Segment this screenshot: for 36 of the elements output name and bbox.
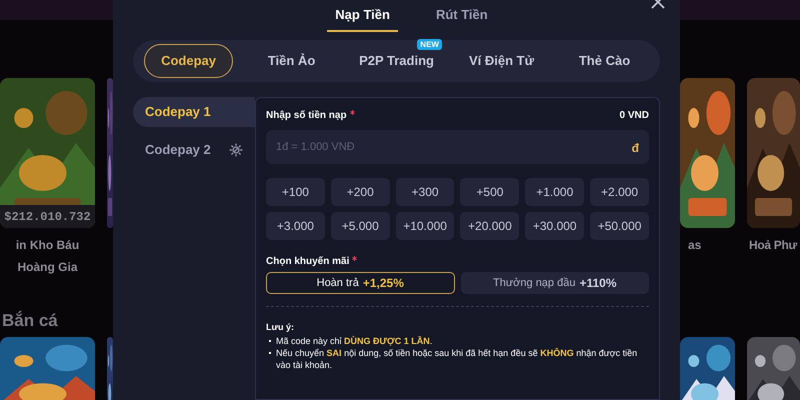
jackpot-amount: $212.010.732: [0, 205, 95, 228]
promo-option[interactable]: Hoàn trả +1,25%: [266, 272, 454, 294]
method-tab[interactable]: Tiền Ảo: [252, 44, 332, 78]
notes-title: Lưu ý:: [266, 321, 296, 334]
field-label: Nhập số tiền nạp: [266, 108, 347, 122]
amount-preset-button[interactable]: +3.000: [266, 212, 325, 240]
method-tab[interactable]: Ví Điện Tử: [452, 44, 550, 78]
tab[interactable]: Rút Tiền: [428, 0, 496, 32]
amount-preset-button[interactable]: +20.000: [460, 212, 520, 240]
balance-amount: 0 VND: [620, 108, 649, 122]
new-badge: NEW: [417, 39, 442, 50]
section-title: Bắn cá: [1, 310, 58, 332]
amount-preset-button[interactable]: +2.000: [590, 178, 649, 206]
field-label: Chọn khuyến mãi: [266, 254, 350, 268]
amount-preset-button[interactable]: +300: [396, 178, 454, 206]
gear-icon: [229, 143, 243, 157]
game-title[interactable]: in Kho Báu Hoàng Gia: [0, 234, 95, 278]
game-title[interactable]: Hoả Phư: [747, 234, 800, 256]
amount-preset-button[interactable]: +30.000: [525, 212, 584, 240]
amount-preset-button[interactable]: +10.000: [396, 212, 454, 240]
note-text: Nếu chuyển SAI nội dung, số tiền hoặc sau khi đã hết hạn đều sẽ KHÔNG nhận được tiền vào tài khoản.: [276, 346, 638, 370]
tab[interactable]: Nạp Tiền: [327, 0, 398, 32]
sub-method-item[interactable]: Codepay 2: [133, 135, 255, 165]
method-tab[interactable]: Thẻ Cào: [562, 44, 646, 78]
amount-preset-button[interactable]: +50.000: [590, 212, 649, 240]
amount-preset-button[interactable]: +5.000: [330, 212, 390, 240]
game-title[interactable]: as: [680, 234, 735, 256]
sub-method-item[interactable]: Codepay 1: [133, 97, 255, 127]
amount-preset-button[interactable]: +1.000: [525, 178, 584, 206]
amount-preset-button[interactable]: +500: [460, 178, 520, 206]
method-tab[interactable]: Codepay: [144, 44, 233, 78]
amount-preset-button[interactable]: +100: [266, 178, 325, 206]
amount-preset-button[interactable]: +200: [330, 178, 390, 206]
note-text: Mã code này chỉ DÙNG ĐƯỢC 1 LẦN.: [276, 334, 432, 346]
promo-option[interactable]: Thưởng nạp đầu +110%: [460, 272, 649, 294]
currency-suffix: đ: [632, 140, 639, 157]
